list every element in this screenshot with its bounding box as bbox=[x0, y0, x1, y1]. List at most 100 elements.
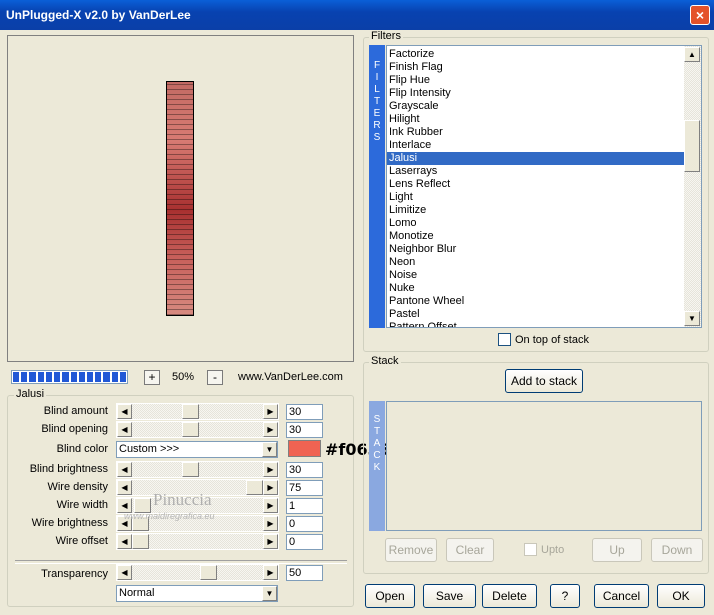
progress-segment bbox=[70, 372, 77, 382]
blend-mode-dropdown-icon[interactable]: ▼ bbox=[262, 586, 277, 601]
filter-item[interactable]: Interlace bbox=[387, 139, 684, 152]
param-label: Wire brightness bbox=[31, 517, 108, 529]
slider-thumb[interactable] bbox=[132, 534, 149, 549]
filters-scroll-thumb[interactable] bbox=[684, 120, 700, 172]
slider-right-arrow-icon[interactable]: ▶ bbox=[263, 462, 278, 477]
slider-thumb[interactable] bbox=[182, 404, 199, 419]
website-link[interactable]: www.VanDerLee.com bbox=[238, 371, 343, 383]
param-value[interactable]: 75 bbox=[286, 480, 323, 496]
filter-item[interactable]: Light bbox=[387, 191, 684, 204]
delete-button[interactable]: Delete bbox=[482, 584, 537, 608]
filter-item[interactable]: Ink Rubber bbox=[387, 126, 684, 139]
close-button[interactable]: × bbox=[690, 5, 710, 25]
filter-item[interactable]: Flip Intensity bbox=[387, 87, 684, 100]
remove-button[interactable]: Remove bbox=[385, 538, 437, 562]
filter-item[interactable]: Lomo bbox=[387, 217, 684, 230]
filters-side-letter: R bbox=[373, 120, 381, 131]
upto-checkbox[interactable] bbox=[524, 543, 537, 556]
filter-item[interactable]: Hilight bbox=[387, 113, 684, 126]
progress-segment bbox=[29, 372, 36, 382]
filters-side-letter: T bbox=[373, 96, 381, 107]
filters-side-letter: S bbox=[373, 132, 381, 143]
stack-side-letter: S bbox=[373, 414, 381, 425]
filter-item[interactable]: Grayscale bbox=[387, 100, 684, 113]
slider-right-arrow-icon[interactable]: ▶ bbox=[263, 422, 278, 437]
blend-mode-value: Normal bbox=[119, 587, 155, 599]
filter-item[interactable]: Pantone Wheel bbox=[387, 295, 684, 308]
filter-item[interactable]: Flip Hue bbox=[387, 74, 684, 87]
filters-scrollbar[interactable] bbox=[684, 46, 701, 327]
slider-left-arrow-icon[interactable]: ◀ bbox=[117, 534, 132, 549]
param-value[interactable]: 1 bbox=[286, 498, 323, 514]
transparency-value[interactable]: 50 bbox=[286, 565, 323, 581]
on-top-checkbox[interactable] bbox=[498, 333, 511, 346]
filter-item[interactable]: Neighbor Blur bbox=[387, 243, 684, 256]
progress-segment bbox=[78, 372, 85, 382]
param-label: Wire width bbox=[56, 499, 108, 511]
filters-side-letter: L bbox=[374, 84, 380, 95]
filter-item[interactable]: Factorize bbox=[387, 48, 684, 61]
transparency-slider[interactable] bbox=[116, 564, 279, 581]
stack-side-letter: A bbox=[373, 438, 381, 449]
param-value[interactable]: 30 bbox=[286, 462, 323, 478]
slider-thumb[interactable] bbox=[246, 480, 263, 495]
filters-list[interactable]: Factorize Finish Flag Flip Hue Flip Intensi… bbox=[386, 45, 702, 328]
filter-item[interactable]: Noise bbox=[387, 269, 684, 282]
param-value[interactable]: 30 bbox=[286, 404, 323, 420]
slider-right-arrow-icon[interactable]: ▶ bbox=[263, 516, 278, 531]
slider-right-arrow-icon[interactable]: ▶ bbox=[263, 534, 278, 549]
open-button[interactable]: Open bbox=[365, 584, 415, 608]
filter-item[interactable]: Monotize bbox=[387, 230, 684, 243]
filter-item[interactable]: Pattern Offset bbox=[387, 321, 684, 327]
blend-mode-select[interactable]: Normal bbox=[116, 585, 278, 602]
slider-right-arrow-icon[interactable]: ▶ bbox=[263, 480, 278, 495]
slider-left-arrow-icon[interactable]: ◀ bbox=[117, 422, 132, 437]
param-value[interactable]: 0 bbox=[286, 534, 323, 550]
slider-right-arrow-icon[interactable]: ▶ bbox=[263, 404, 278, 419]
filters-group-label: Filters bbox=[369, 30, 403, 42]
filter-item[interactable]: Pastel bbox=[387, 308, 684, 321]
slider-thumb[interactable] bbox=[182, 422, 199, 437]
filter-item[interactable]: Jalusi bbox=[387, 152, 684, 165]
progress-segment bbox=[111, 372, 118, 382]
stack-list[interactable] bbox=[386, 401, 702, 531]
filters-side-letter: E bbox=[373, 108, 381, 119]
down-button[interactable]: Down bbox=[651, 538, 703, 562]
save-button[interactable]: Save bbox=[423, 584, 476, 608]
up-button[interactable]: Up bbox=[592, 538, 642, 562]
blind-color-swatch[interactable] bbox=[288, 440, 321, 457]
zoom-out-button[interactable]: - bbox=[207, 370, 223, 385]
cancel-button[interactable]: Cancel bbox=[594, 584, 649, 608]
filter-item[interactable]: Neon bbox=[387, 256, 684, 269]
filters-scroll-down-icon[interactable]: ▼ bbox=[684, 311, 700, 326]
filter-item[interactable]: Laserrays bbox=[387, 165, 684, 178]
progress-segment bbox=[86, 372, 94, 382]
slider-thumb[interactable] bbox=[182, 462, 199, 477]
param-value[interactable]: 0 bbox=[286, 516, 323, 532]
help-button[interactable]: ? bbox=[550, 584, 580, 608]
param-label: Blind opening bbox=[41, 423, 108, 435]
add-to-stack-button[interactable]: Add to stack bbox=[505, 369, 583, 393]
transparency-right-arrow[interactable]: ▶ bbox=[263, 565, 278, 580]
stack-side-letter: T bbox=[373, 426, 381, 437]
filters-scroll-up-icon[interactable]: ▲ bbox=[684, 47, 700, 62]
clear-button[interactable]: Clear bbox=[446, 538, 494, 562]
transparency-thumb[interactable] bbox=[200, 565, 217, 580]
progress-segment bbox=[13, 372, 20, 382]
ok-button[interactable]: OK bbox=[657, 584, 705, 608]
filter-item[interactable]: Limitize bbox=[387, 204, 684, 217]
on-top-label: On top of stack bbox=[515, 334, 589, 346]
slider-left-arrow-icon[interactable]: ◀ bbox=[117, 404, 132, 419]
zoom-in-button[interactable]: + bbox=[144, 370, 160, 385]
upto-label: Upto bbox=[541, 544, 565, 556]
filter-item[interactable]: Finish Flag bbox=[387, 61, 684, 74]
filter-item[interactable]: Nuke bbox=[387, 282, 684, 295]
blind-color-dropdown-icon[interactable]: ▼ bbox=[262, 442, 277, 457]
slider-left-arrow-icon[interactable]: ◀ bbox=[117, 462, 132, 477]
slider-left-arrow-icon[interactable]: ◀ bbox=[117, 480, 132, 495]
blind-color-select[interactable]: Custom >>> bbox=[116, 441, 278, 458]
param-value[interactable]: 30 bbox=[286, 422, 323, 438]
filter-item[interactable]: Lens Reflect bbox=[387, 178, 684, 191]
slider-right-arrow-icon[interactable]: ▶ bbox=[263, 498, 278, 513]
transparency-left-arrow[interactable]: ◀ bbox=[117, 565, 132, 580]
